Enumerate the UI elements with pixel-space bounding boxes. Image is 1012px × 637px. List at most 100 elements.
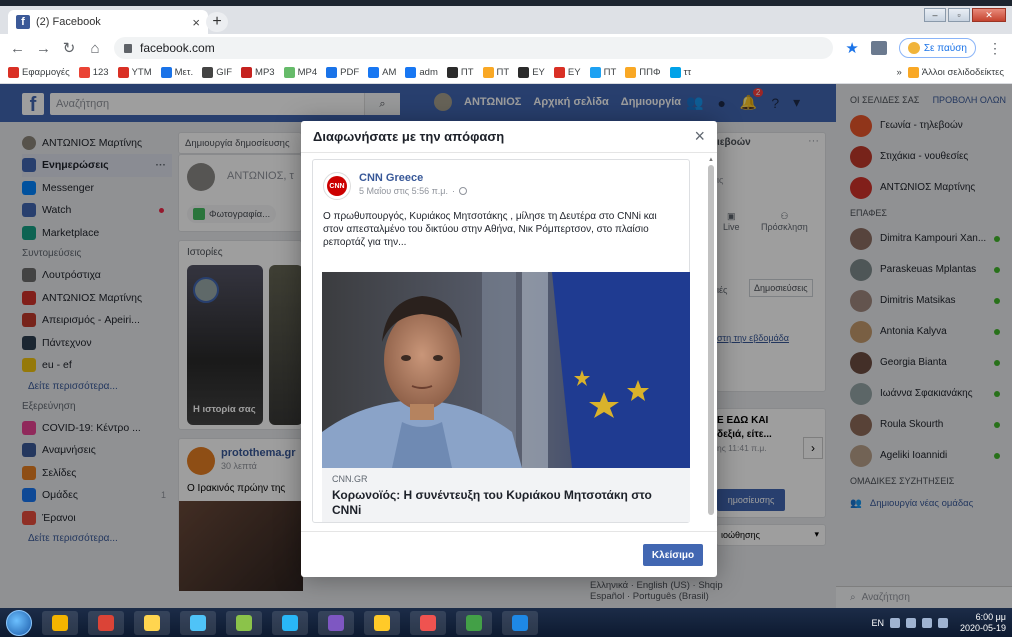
bookmark-label: ΠΤ [496,67,510,78]
close-icon[interactable]: × [694,126,705,147]
new-tab-button[interactable]: + [206,12,228,32]
tab-close-button[interactable]: × [192,15,200,30]
home-icon[interactable]: ⌂ [88,40,102,57]
bookmark-favicon-icon [482,67,494,78]
bookmark-item[interactable]: MP4 [283,67,318,78]
bookmark-item[interactable]: Εφαρμογές [8,67,70,78]
taskbar-app[interactable] [364,610,400,635]
app-icon [420,614,436,631]
app-icon [374,614,390,631]
help-icon[interactable] [889,617,900,628]
taskbar-app[interactable] [180,610,216,635]
bookmark-item[interactable]: Μετ. [160,67,194,78]
bookmark-item[interactable]: ΠΤ [589,67,616,78]
dialog-body: CNN CNN Greece 5 Μαΐου στις 5:56 π.μ. · … [301,153,717,527]
post-page-name[interactable]: CNN Greece [359,172,467,184]
dialog-title: Διαφωνήσατε με την απόφαση [313,129,505,144]
network-icon[interactable] [905,617,916,628]
bookmark-label: MP4 [297,67,318,78]
app-icon [466,614,482,631]
bookmark-label: ΠΤ [460,67,474,78]
browser-tab-facebook[interactable]: f (2) Facebook × [8,10,208,34]
bookmark-item[interactable]: ττ [669,67,692,78]
flag-icon[interactable] [937,617,948,628]
dialog-footer: Κλείσιμο [301,531,717,577]
volume-icon[interactable] [921,617,932,628]
bookmark-item[interactable]: ΕΥ [518,67,545,78]
taskbar-app[interactable] [272,610,308,635]
bookmarks-bar: Εφαρμογές 123 YTM Μετ. GIF MP3 MP4 PDF AM adm ΠΤ ΠΤ… [0,62,1012,84]
post-timestamp[interactable]: 5 Μαΐου στις 5:56 π.μ. [359,186,448,196]
sync-paused-label: Σε παύση [923,42,967,54]
bookmark-label: YTM [131,67,152,78]
post-image[interactable] [322,272,690,468]
clock-date: 2020-05-19 [959,622,1006,633]
bookmark-favicon-icon [589,67,601,78]
bookmark-item[interactable]: MP3 [241,67,275,78]
url-text: facebook.com [140,41,215,55]
close-button[interactable]: Κλείσιμο [643,544,703,566]
taskbar-clock[interactable]: 6:00 μμ 2020-05-19 [960,612,1006,634]
bookmark-item[interactable]: 123 [78,67,109,78]
window-close-button[interactable]: ✕ [972,8,1006,22]
url-field[interactable]: facebook.com [114,37,834,59]
language-indicator[interactable]: EN [871,618,884,628]
start-button[interactable] [6,609,32,636]
bookmark-item[interactable]: adm [405,67,438,78]
system-tray: EN 6:00 μμ 2020-05-19 [871,612,1006,634]
bookmark-favicon-icon [283,67,295,78]
bookmark-label: GIF [216,67,233,78]
reload-icon[interactable]: ↻ [62,39,76,57]
other-bookmarks-label: Άλλοι σελιδοδείκτες [921,67,1004,78]
bookmark-label: ττ [683,67,692,78]
scroll-thumb[interactable] [708,165,714,515]
bookmark-star-icon[interactable]: ★ [845,39,858,57]
bookmark-favicon-icon [368,67,380,78]
link-domain: CNN.GR [332,474,368,484]
taskbar-app[interactable] [456,610,492,635]
bookmarks-more-button[interactable]: » [896,67,901,78]
taskbar-app[interactable] [502,610,538,635]
taskbar-app[interactable] [318,610,354,635]
taskbar-app[interactable] [88,610,124,635]
profile-avatar [907,42,920,54]
taskbar-app[interactable] [410,610,446,635]
bookmark-item[interactable]: YTM [117,67,152,78]
bookmark-item[interactable]: ΠΠΦ [625,67,661,78]
minimize-button[interactable]: – [924,8,946,22]
page-avatar[interactable]: CNN [323,172,351,200]
globe-icon [459,187,467,195]
maximize-button[interactable]: ▫ [948,8,970,22]
taskbar-app[interactable] [134,610,170,635]
bookmark-item[interactable]: GIF [202,67,232,78]
bookmark-item[interactable]: PDF [326,67,359,78]
browser-menu-icon[interactable]: ⋮ [988,40,1002,57]
link-preview[interactable]: CNN.GR Κορωνοϊός: Η συνέντευξη του Κυριά… [322,468,690,522]
scroll-up-icon[interactable]: ▲ [708,157,714,163]
taskbar-app[interactable] [226,610,262,635]
app-icon [282,614,298,631]
app-icon [190,614,206,631]
bookmark-favicon-icon [78,67,90,78]
bookmark-item[interactable]: ΠΤ [446,67,474,78]
shared-post: CNN CNN Greece 5 Μαΐου στις 5:56 π.μ. · … [312,159,690,523]
bookmark-label: Μετ. [174,67,194,78]
bookmark-item[interactable]: ΕΥ [553,67,581,78]
sync-paused-button[interactable]: Σε παύση [898,38,976,58]
bookmark-label: 123 [92,67,109,78]
clock-time: 6:00 μμ [975,611,1006,622]
back-arrow-icon[interactable]: ← [10,40,25,57]
other-bookmarks-folder[interactable]: Άλλοι σελιδοδείκτες [907,67,1004,78]
bookmark-item[interactable]: ΠΤ [482,67,510,78]
bookmark-item[interactable]: AM [368,67,396,78]
bookmark-favicon-icon [326,67,338,78]
bookmark-label: Εφαρμογές [22,67,70,78]
dialog-scrollbar[interactable]: ▲ [706,157,715,525]
window-controls: – ▫ ✕ [924,8,1006,22]
extension-icon[interactable] [870,41,887,55]
link-headline: Κορωνοϊός: Η συνέντευξη του Κυριάκου Μητ… [332,488,652,517]
forward-arrow-icon[interactable]: → [36,40,51,57]
taskbar-app[interactable] [42,610,78,635]
bookmark-favicon-icon [405,67,417,78]
post-header: CNN CNN Greece 5 Μαΐου στις 5:56 π.μ. · [323,172,467,200]
